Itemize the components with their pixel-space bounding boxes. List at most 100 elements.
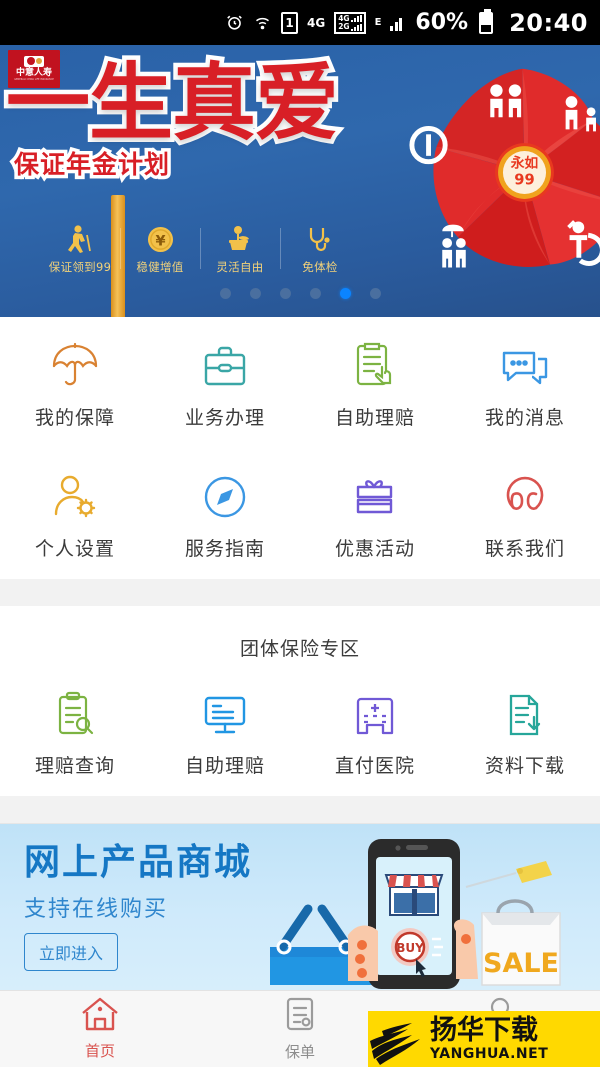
menu-item-self-claim[interactable]: 自助理赔 bbox=[300, 317, 450, 448]
buy-label: BUY bbox=[396, 941, 424, 955]
menu-item-label: 优惠活动 bbox=[334, 538, 415, 560]
menu-item-label: 我的消息 bbox=[484, 407, 565, 429]
menu-item-label: 联系我们 bbox=[484, 538, 565, 560]
policy-document-icon bbox=[283, 996, 317, 1036]
menu-item-contact-us[interactable]: 联系我们 bbox=[450, 448, 600, 579]
clipboard-search-icon bbox=[53, 687, 97, 737]
person-gear-icon bbox=[51, 470, 99, 520]
group-item-self-claim[interactable]: 自助理赔 bbox=[150, 665, 300, 796]
group-item-label: 理赔查询 bbox=[34, 755, 115, 777]
carousel-dots[interactable] bbox=[0, 288, 600, 299]
tab-label: 首页 bbox=[84, 1042, 115, 1060]
home-icon bbox=[80, 997, 120, 1035]
menu-item-service-guide[interactable]: 服务指南 bbox=[150, 448, 300, 579]
online-mall-banner[interactable]: 网上产品商城 支持在线购买 立即进入 SALE BUY bbox=[0, 823, 600, 990]
group-insurance-grid: 理赔查询 自助理赔 直付医院 资料下载 bbox=[0, 665, 600, 796]
menu-item-promotions[interactable]: 优惠活动 bbox=[300, 448, 450, 579]
hero-feature-label: 灵活自由 bbox=[216, 260, 264, 274]
watermark-cn-label: 扬华下载 bbox=[430, 1015, 538, 1046]
stethoscope-icon bbox=[280, 224, 360, 254]
site-watermark: 扬华下载 YANGHUA.NET bbox=[368, 1011, 600, 1067]
umbrella-icon bbox=[50, 339, 100, 389]
elderly-person-icon bbox=[40, 224, 120, 254]
main-menu-card: 我的保障 业务办理 自助理赔 我的消息 个人设置 服务指南 优惠活动 联系我们 bbox=[0, 317, 600, 579]
battery-icon bbox=[479, 8, 494, 34]
carousel-dot-active[interactable] bbox=[339, 288, 351, 299]
hero-feature-item: ¥ 稳健增值 bbox=[120, 224, 200, 275]
hero-feature-label: 稳健增值 bbox=[136, 260, 184, 274]
dual-sim-signal-icon: 4G 2G bbox=[334, 11, 366, 34]
brand-logo: 中意人寿 GENERALI CHINA LIFE INSURANCE bbox=[8, 50, 60, 88]
section-divider-2 bbox=[0, 796, 600, 823]
hero-feature-label: 免体检 bbox=[302, 260, 338, 274]
monitor-icon bbox=[201, 687, 249, 737]
hero-subtitle: 保证年金计划 bbox=[10, 147, 172, 182]
svg-text:¥: ¥ bbox=[155, 233, 165, 249]
yuan-coin-icon: ¥ bbox=[120, 224, 200, 254]
brand-mark-icon bbox=[24, 55, 44, 67]
potted-plant-icon bbox=[200, 224, 280, 254]
watermark-en-label: YANGHUA.NET bbox=[430, 1046, 549, 1062]
status-bar: 1 4G 4G 2G E 60% 20:40 bbox=[0, 0, 600, 45]
wifi-icon bbox=[253, 14, 272, 32]
section-divider bbox=[0, 579, 600, 606]
sale-label: SALE bbox=[483, 948, 559, 979]
group-insurance-card: 团体保险专区 理赔查询 自助理赔 直付医院 资料下载 bbox=[0, 606, 600, 796]
pinwheel-illustration: 永如 99 bbox=[409, 68, 600, 268]
dual-sim-bottom-label: 2G bbox=[338, 22, 350, 31]
carousel-dot[interactable] bbox=[369, 288, 381, 299]
edge-network-icon: E bbox=[374, 17, 382, 28]
promo-subheading: 支持在线购买 bbox=[24, 896, 169, 922]
tab-home[interactable]: 首页 bbox=[0, 991, 200, 1067]
menu-item-label: 自助理赔 bbox=[334, 407, 415, 429]
menu-item-label: 个人设置 bbox=[34, 538, 115, 560]
carousel-dot[interactable] bbox=[249, 288, 261, 299]
watermark-logo-icon bbox=[370, 1023, 420, 1065]
gift-box-icon bbox=[351, 470, 399, 520]
promo-heading: 网上产品商城 bbox=[24, 842, 253, 883]
brand-name-label: 中意人寿 bbox=[15, 67, 52, 78]
carousel-dot[interactable] bbox=[309, 288, 321, 299]
pinwheel-badge-label: 永如 bbox=[510, 155, 538, 172]
group-item-direct-pay-hospital[interactable]: 直付医院 bbox=[300, 665, 450, 796]
battery-percent-label: 60% bbox=[415, 10, 469, 35]
group-section-title: 团体保险专区 bbox=[239, 638, 360, 660]
group-item-label: 直付医院 bbox=[334, 755, 415, 777]
network-type-label: 4G bbox=[307, 15, 326, 30]
phone-call-icon bbox=[502, 470, 548, 520]
brand-subtitle-label: GENERALI CHINA LIFE INSURANCE bbox=[14, 78, 54, 82]
group-item-claim-query[interactable]: 理赔查询 bbox=[0, 665, 150, 796]
hero-feature-item: 灵活自由 bbox=[200, 224, 280, 275]
app-screen: 1 4G 4G 2G E 60% 20:40 永如 99 中意人寿 GENERA… bbox=[0, 0, 600, 1067]
document-hand-icon bbox=[352, 339, 398, 389]
carousel-dot[interactable] bbox=[279, 288, 291, 299]
menu-item-personal-settings[interactable]: 个人设置 bbox=[0, 448, 150, 579]
chat-bubbles-icon bbox=[500, 339, 550, 389]
dual-sim-top-label: 4G bbox=[338, 13, 350, 23]
promo-text-block: 网上产品商城 支持在线购买 立即进入 bbox=[24, 844, 252, 971]
compass-icon bbox=[202, 470, 248, 520]
menu-item-my-messages[interactable]: 我的消息 bbox=[450, 317, 600, 448]
hospital-icon bbox=[352, 687, 398, 737]
signal-bars-icon bbox=[390, 15, 403, 31]
group-item-label: 资料下载 bbox=[484, 755, 565, 777]
carousel-dot[interactable] bbox=[219, 288, 231, 299]
menu-item-business[interactable]: 业务办理 bbox=[150, 317, 300, 448]
hero-title: 一生真爱 bbox=[2, 53, 344, 152]
alarm-clock-icon bbox=[225, 13, 244, 32]
main-menu-grid: 我的保障 业务办理 自助理赔 我的消息 个人设置 服务指南 优惠活动 联系我们 bbox=[0, 317, 600, 579]
sim-card-icon: 1 bbox=[281, 11, 298, 34]
svg-text:99: 99 bbox=[514, 171, 534, 188]
hero-artwork: 一生真爱 保证年金计划 bbox=[2, 53, 406, 182]
hero-feature-strip: 保证领到99 ¥ 稳健增值 灵活自由 免体检 bbox=[40, 224, 360, 275]
menu-item-label: 业务办理 bbox=[184, 407, 265, 429]
hero-feature-item: 免体检 bbox=[280, 224, 360, 275]
clock-label: 20:40 bbox=[509, 8, 588, 37]
shopping-illustration: SALE BUY bbox=[270, 839, 561, 989]
group-item-downloads[interactable]: 资料下载 bbox=[450, 665, 600, 796]
hero-feature-label: 保证领到99 bbox=[48, 260, 112, 274]
hero-carousel[interactable]: 永如 99 中意人寿 GENERALI CHINA LIFE INSURANCE… bbox=[0, 45, 600, 317]
menu-item-my-coverage[interactable]: 我的保障 bbox=[0, 317, 150, 448]
promo-enter-button[interactable]: 立即进入 bbox=[24, 932, 119, 971]
hero-feature-item: 保证领到99 bbox=[40, 224, 120, 275]
